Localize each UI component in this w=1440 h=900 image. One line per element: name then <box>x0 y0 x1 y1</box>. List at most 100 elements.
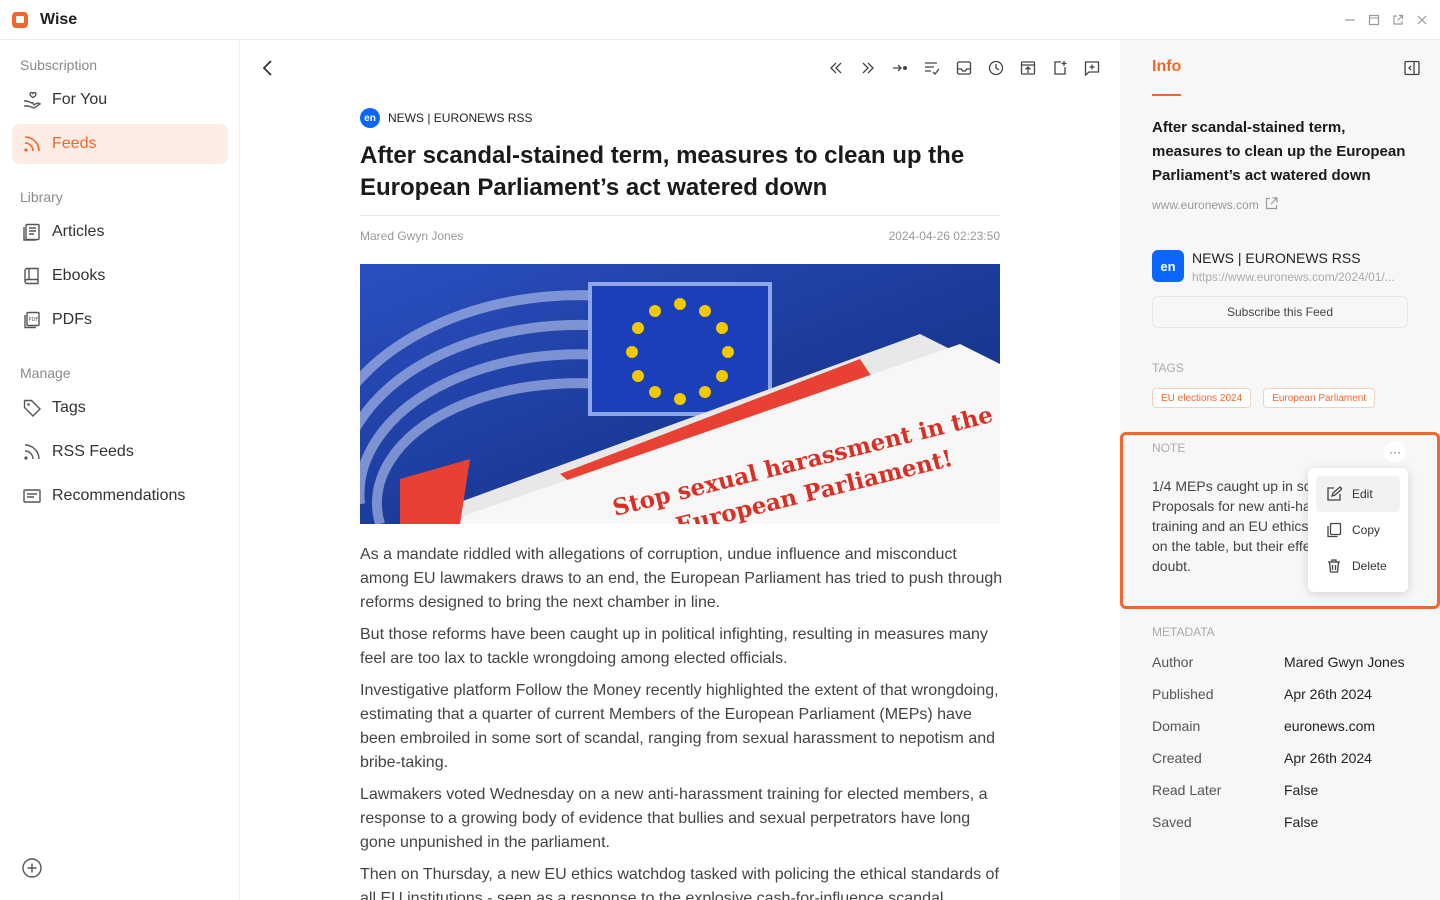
metadata-key-domain: Domain <box>1152 718 1201 734</box>
add-note-icon[interactable] <box>1050 58 1070 78</box>
app-title: Wise <box>40 11 78 28</box>
metadata-key-read-later: Read Later <box>1152 782 1222 798</box>
minimize-icon[interactable] <box>1342 10 1358 30</box>
paragraph: But those reforms have been caught up in… <box>360 626 988 667</box>
menu-item-delete[interactable]: Delete <box>1316 548 1400 584</box>
maximize-icon[interactable] <box>1366 10 1382 30</box>
pdf-icon: PDF <box>22 310 42 330</box>
hand-heart-icon <box>22 90 42 110</box>
sidebar-item-label: PDFs <box>52 311 92 328</box>
menu-item-label: Edit <box>1352 487 1373 501</box>
sidebar-item-tags[interactable]: Tags <box>12 388 228 428</box>
copy-icon <box>1326 522 1342 538</box>
article-icon <box>22 222 42 242</box>
sidebar-item-articles[interactable]: Articles <box>12 212 228 252</box>
paragraph: Investigative platform Follow the Money … <box>360 682 999 771</box>
archive-icon[interactable] <box>1018 58 1038 78</box>
sidebar-item-label: Recommendations <box>52 487 186 504</box>
menu-item-edit[interactable]: Edit <box>1316 476 1400 512</box>
add-icon[interactable] <box>21 857 43 879</box>
tags-list: EU elections 2024 European Parliament <box>1152 388 1376 408</box>
tag-chip[interactable]: European Parliament <box>1263 388 1376 408</box>
sidebar-item-label: For You <box>52 91 108 108</box>
note-label: NOTE <box>1152 441 1186 455</box>
metadata-value-author: Mared Gwyn Jones <box>1284 654 1405 670</box>
sidebar-item-rss-feeds[interactable]: RSS Feeds <box>12 432 228 472</box>
previous-article-icon[interactable] <box>826 58 846 78</box>
window-controls <box>1342 10 1430 30</box>
trash-icon <box>1326 558 1342 574</box>
sidebar-item-pdfs[interactable]: PDF PDFs <box>12 300 228 340</box>
sidebar-item-feeds[interactable]: Feeds <box>12 124 228 164</box>
note-text[interactable]: 1/4 MEPs caught up in sc Proposals for n… <box>1152 476 1312 580</box>
title-bar: Wise <box>0 0 1440 40</box>
next-article-icon[interactable] <box>858 58 878 78</box>
info-domain-link[interactable]: www.euronews.com <box>1152 197 1278 213</box>
reader-pane: en NEWS | EURONEWS RSS After scandal-sta… <box>240 40 1120 900</box>
edit-icon <box>1326 486 1342 502</box>
svg-text:PDF: PDF <box>29 317 39 323</box>
article-body: As a mandate riddled with allegations of… <box>360 543 1005 900</box>
section-label-subscription: Subscription <box>20 57 98 73</box>
mark-read-icon[interactable] <box>922 58 942 78</box>
app-logo-icon <box>12 12 28 28</box>
menu-item-label: Copy <box>1352 523 1381 537</box>
metadata-value-domain: euronews.com <box>1284 718 1376 734</box>
comment-icon[interactable] <box>1082 58 1102 78</box>
sidebar-item-label: Tags <box>52 399 86 416</box>
collapse-panel-icon[interactable] <box>1403 59 1421 77</box>
article-author: Mared Gwyn Jones <box>360 229 464 243</box>
feed-url: https://www.euronews.com/2024/01/... <box>1192 270 1395 284</box>
title-divider <box>360 215 1000 216</box>
move-to-icon[interactable] <box>890 58 910 78</box>
section-label-manage: Manage <box>20 365 71 381</box>
metadata-value-published: Apr 26th 2024 <box>1284 686 1372 702</box>
paragraph: As a mandate riddled with allegations of… <box>360 546 1003 611</box>
recommendations-icon <box>22 486 42 506</box>
clock-icon[interactable] <box>986 58 1006 78</box>
metadata-key-author: Author <box>1152 654 1194 670</box>
sidebar-item-for-you[interactable]: For You <box>12 80 228 120</box>
rss-icon <box>22 134 42 154</box>
paragraph: Lawmakers voted Wednesday on a new anti-… <box>360 786 988 851</box>
metadata-value-created: Apr 26th 2024 <box>1284 750 1372 766</box>
article-date: 2024-04-26 02:23:50 <box>888 229 1000 243</box>
note-more-button[interactable]: ··· <box>1384 441 1406 463</box>
tab-info[interactable]: Info <box>1152 58 1181 76</box>
sidebar-item-recommendations[interactable]: Recommendations <box>12 476 228 516</box>
tag-icon <box>22 398 42 418</box>
external-link-icon <box>1265 197 1278 213</box>
metadata-label: METADATA <box>1152 625 1215 639</box>
sidebar-item-label: Ebooks <box>52 267 106 284</box>
close-icon[interactable] <box>1414 10 1430 30</box>
rss-icon <box>22 442 42 462</box>
feed-info[interactable]: en NEWS | EURONEWS RSS https://www.euron… <box>1152 250 1404 284</box>
book-icon <box>22 266 42 286</box>
reader-toolbar <box>826 58 1102 78</box>
source-name: NEWS | EURONEWS RSS <box>388 111 533 125</box>
popout-icon[interactable] <box>1390 10 1406 30</box>
paragraph: Then on Thursday, a new EU ethics watchd… <box>360 866 999 900</box>
info-article-title: After scandal-stained term, measures to … <box>1152 119 1406 184</box>
subscribe-feed-button[interactable]: Subscribe this Feed <box>1152 296 1408 328</box>
metadata-value-read-later: False <box>1284 782 1319 798</box>
menu-item-copy[interactable]: Copy <box>1316 512 1400 548</box>
info-panel: Info After scandal-stained term, measure… <box>1120 40 1440 900</box>
active-tab-indicator <box>1152 94 1181 96</box>
metadata-value-saved: False <box>1284 814 1319 830</box>
sidebar-item-label: Articles <box>52 223 105 240</box>
article-hero-image: Stop sexual harassment in the European P… <box>360 264 1000 524</box>
section-label-library: Library <box>20 189 63 205</box>
note-context-menu: Edit Copy Delete <box>1308 468 1408 592</box>
tag-chip[interactable]: EU elections 2024 <box>1152 388 1252 408</box>
domain-text: www.euronews.com <box>1152 198 1259 212</box>
menu-item-label: Delete <box>1352 559 1387 573</box>
sidebar-item-label: Feeds <box>52 135 97 152</box>
article-source[interactable]: en NEWS | EURONEWS RSS <box>360 108 532 128</box>
sidebar-item-ebooks[interactable]: Ebooks <box>12 256 228 296</box>
inbox-icon[interactable] <box>954 58 974 78</box>
feed-name: NEWS | EURONEWS RSS <box>1192 250 1361 266</box>
back-arrow-icon[interactable] <box>258 58 278 78</box>
article-title: After scandal-stained term, measures to … <box>360 142 965 201</box>
tags-label: TAGS <box>1152 361 1184 375</box>
